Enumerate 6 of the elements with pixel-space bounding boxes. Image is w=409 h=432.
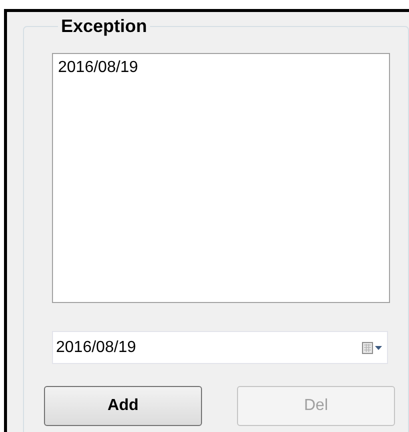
date-list[interactable]: 2016/08/19 [52, 53, 390, 303]
action-button[interactable]: Add [44, 386, 202, 426]
group-title: Exception [60, 17, 148, 35]
calendar-dropdown-icon[interactable] [362, 342, 382, 354]
date-field[interactable]: 2016/08/19 [52, 331, 388, 364]
list-item[interactable]: 2016/08/19 [58, 58, 384, 78]
